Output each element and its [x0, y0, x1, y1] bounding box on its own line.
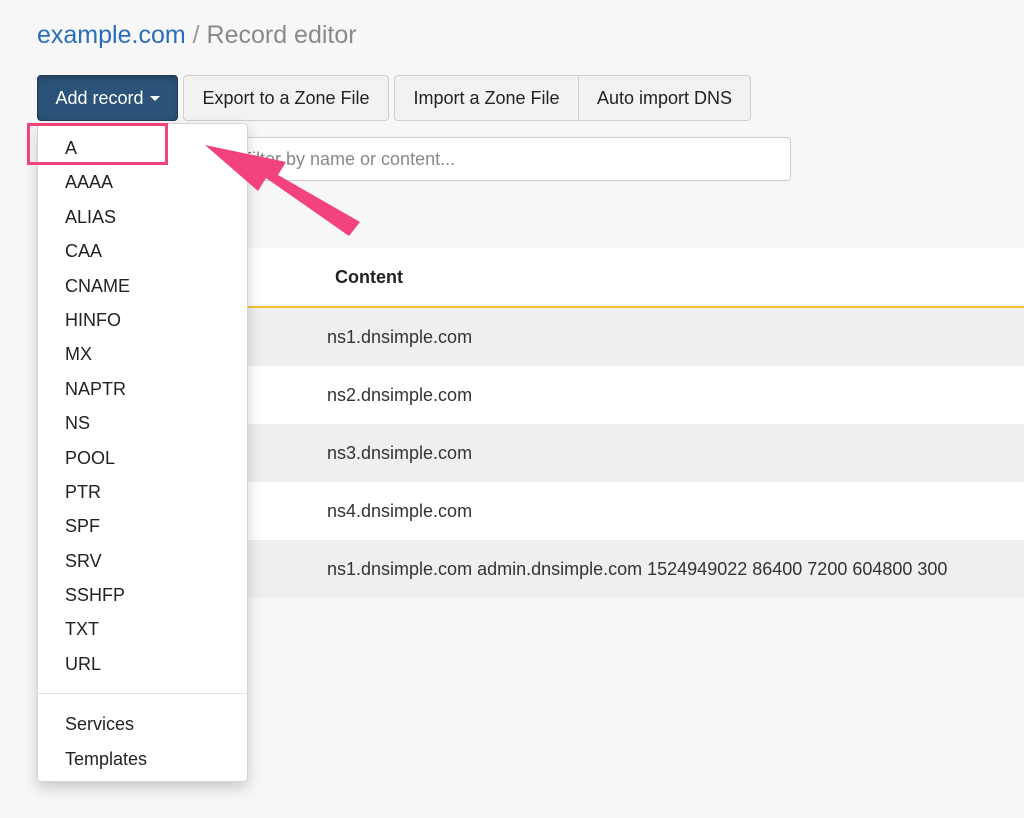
record-editor-page: example.com / Record editor Add record E…: [0, 0, 1024, 818]
annotation-arrow-icon: [205, 145, 360, 236]
